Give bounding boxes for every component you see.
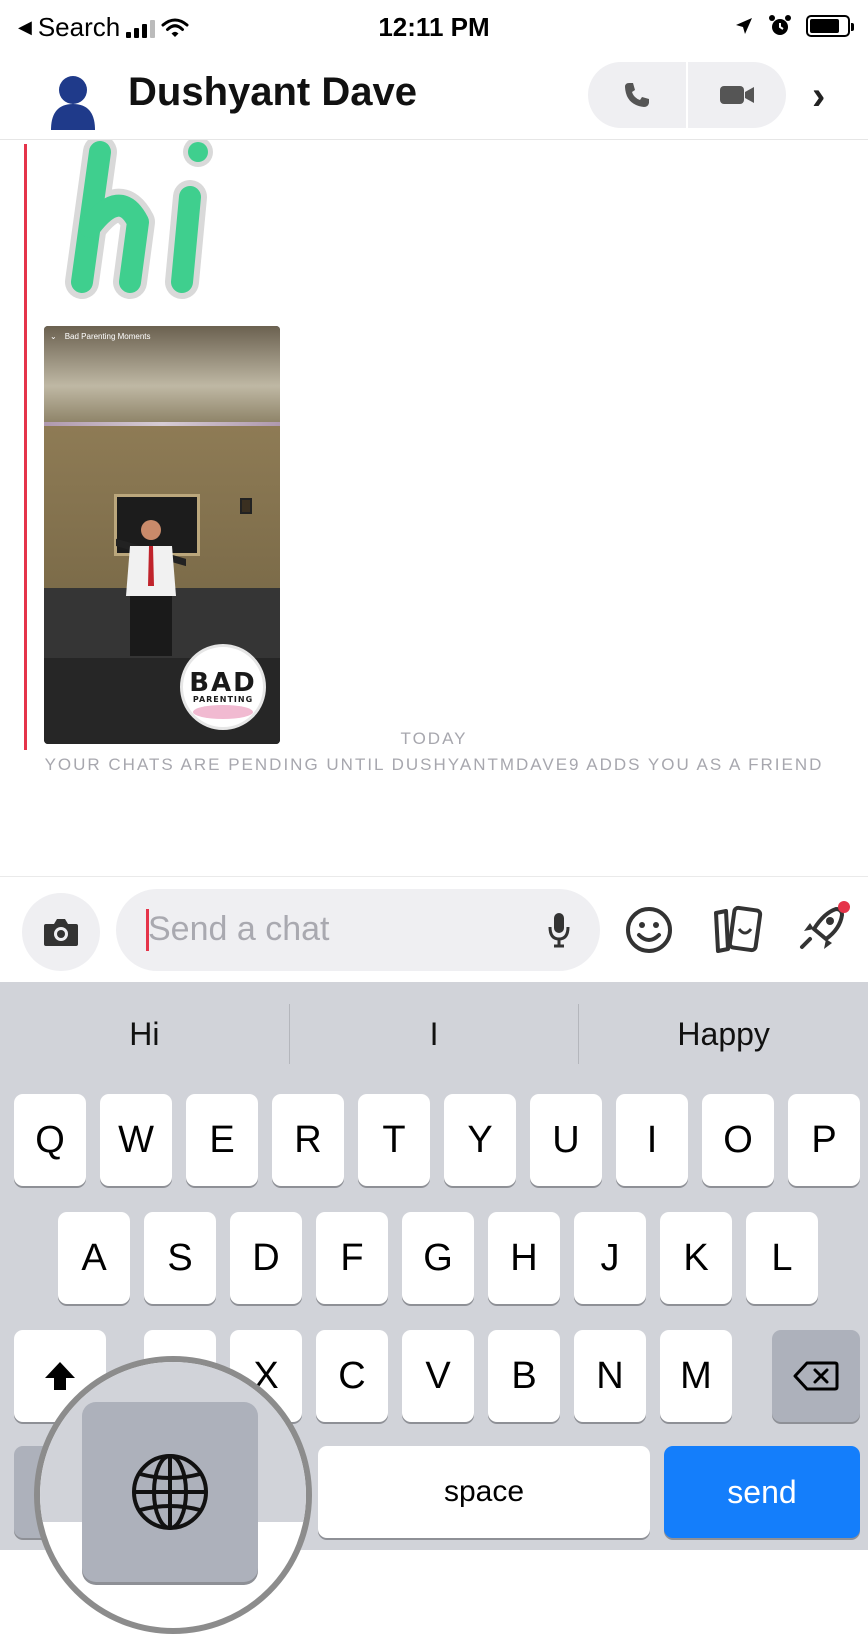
avatar-icon[interactable]	[48, 72, 98, 130]
call-controls	[588, 62, 786, 128]
camera-button[interactable]	[22, 893, 100, 971]
voice-call-button[interactable]	[588, 62, 686, 128]
chat-header: Dushyant Dave ›	[0, 58, 868, 140]
key-l[interactable]: L	[746, 1212, 818, 1304]
key-f[interactable]: F	[316, 1212, 388, 1304]
key-y[interactable]: Y	[444, 1094, 516, 1186]
key-g[interactable]: G	[402, 1212, 474, 1304]
chevron-right-icon[interactable]: ›	[812, 74, 825, 119]
key-o[interactable]: O	[702, 1094, 774, 1186]
key-m[interactable]: M	[660, 1330, 732, 1422]
status-bar: ◀ Search 12:11 PM	[0, 0, 868, 58]
hi-sticker[interactable]: hi	[60, 140, 240, 302]
globe-key-zoomed[interactable]	[82, 1402, 258, 1582]
key-t[interactable]: T	[358, 1094, 430, 1186]
sender-indicator-line	[24, 144, 27, 750]
key-b[interactable]: B	[488, 1330, 560, 1422]
badge-line1: BAD	[189, 667, 257, 698]
key-u[interactable]: U	[530, 1094, 602, 1186]
delete-key[interactable]	[772, 1330, 860, 1422]
predictive-bar: Hi I Happy	[0, 982, 868, 1086]
contact-name[interactable]: Dushyant Dave	[128, 70, 417, 115]
key-c[interactable]: C	[316, 1330, 388, 1422]
key-j[interactable]: J	[574, 1212, 646, 1304]
pending-friend-notice: YOUR CHATS ARE PENDING UNTIL DUSHYANTMDA…	[44, 755, 824, 774]
rocket-games-icon[interactable]	[796, 899, 850, 955]
key-q[interactable]: Q	[14, 1094, 86, 1186]
space-key[interactable]: space	[318, 1446, 650, 1538]
microphone-icon[interactable]	[548, 911, 570, 949]
stickers-cards-icon[interactable]	[710, 905, 764, 955]
key-h[interactable]: H	[488, 1212, 560, 1304]
suggestion-1[interactable]: Hi	[0, 982, 289, 1086]
alarm-icon	[769, 15, 791, 35]
status-right-icons	[734, 14, 854, 38]
video-call-button[interactable]	[688, 62, 786, 128]
send-key[interactable]: send	[664, 1446, 860, 1538]
emoji-smiley-icon[interactable]	[624, 905, 674, 955]
story-title: Bad Parenting Moments	[64, 332, 151, 341]
date-separator: TODAY	[400, 729, 468, 748]
key-w[interactable]: W	[100, 1094, 172, 1186]
key-s[interactable]: S	[144, 1212, 216, 1304]
story-person-figure	[116, 520, 186, 656]
key-v[interactable]: V	[402, 1330, 474, 1422]
chevron-down-icon[interactable]: ⌄	[50, 332, 57, 341]
key-r[interactable]: R	[272, 1094, 344, 1186]
suggestion-2[interactable]: I	[290, 982, 579, 1086]
camera-icon	[44, 919, 78, 946]
key-a[interactable]: A	[58, 1212, 130, 1304]
badge-line2: PARENTING	[192, 694, 254, 704]
chat-input-placeholder: Send a chat	[148, 910, 330, 948]
shared-story-thumbnail[interactable]: ⌄ Bad Parenting Moments BAD PARENTING	[44, 326, 280, 744]
phone-icon	[625, 83, 649, 107]
globe-icon	[132, 1454, 208, 1530]
video-camera-icon	[720, 86, 754, 104]
suggestion-3[interactable]: Happy	[579, 982, 868, 1086]
key-e[interactable]: E	[186, 1094, 258, 1186]
key-p[interactable]: P	[788, 1094, 860, 1186]
key-n[interactable]: N	[574, 1330, 646, 1422]
story-topbar: ⌄ Bad Parenting Moments	[50, 332, 151, 341]
key-i[interactable]: I	[616, 1094, 688, 1186]
backspace-icon	[793, 1361, 839, 1391]
key-d[interactable]: D	[230, 1212, 302, 1304]
location-arrow-icon	[736, 18, 752, 34]
key-k[interactable]: K	[660, 1212, 732, 1304]
compose-bar: Send a chat	[0, 876, 868, 982]
chat-input-field[interactable]: Send a chat	[116, 889, 600, 971]
battery-icon	[806, 15, 854, 37]
bad-parenting-logo: BAD PARENTING	[180, 644, 266, 730]
chat-thread: hi ⌄ Bad Parenting Moments BAD PARENTING…	[0, 140, 868, 876]
globe-key-magnifier-callout	[34, 1356, 312, 1634]
